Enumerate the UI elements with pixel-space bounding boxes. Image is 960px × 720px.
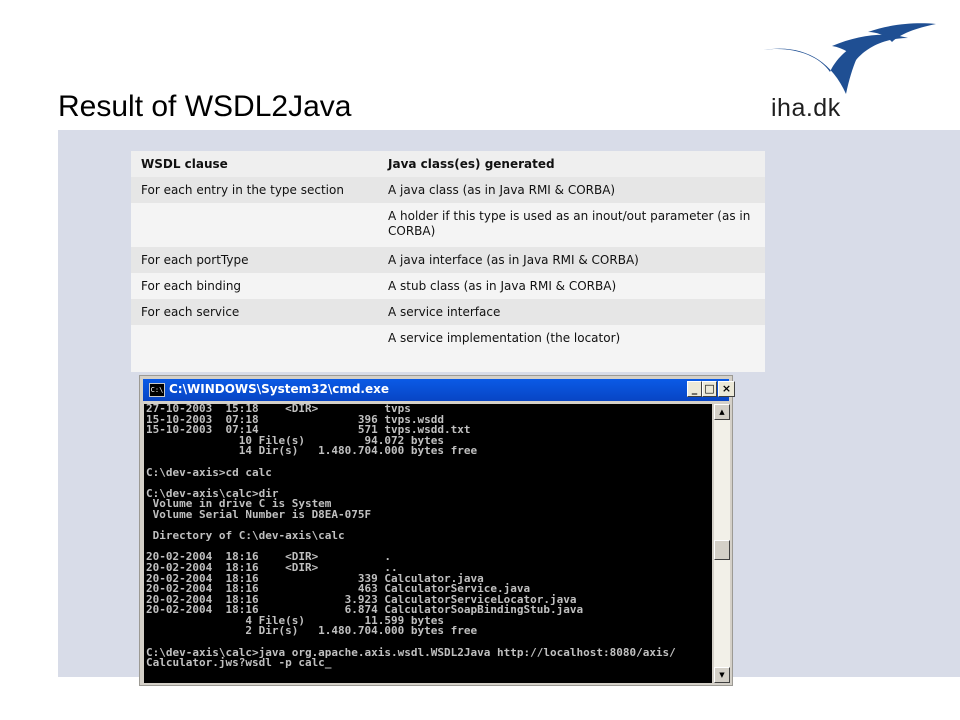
table-cell: A stub class (as in Java RMI & CORBA) (378, 273, 765, 299)
console-line: Volume Serial Number is D8EA-075F (146, 507, 372, 521)
table-cell: For each service (131, 299, 378, 325)
table-row: For each binding A stub class (as in Jav… (131, 273, 765, 299)
table-cell (131, 325, 378, 372)
scroll-thumb[interactable] (714, 540, 730, 560)
table-cell: For each binding (131, 273, 378, 299)
table-cell: A java class (as in Java RMI & CORBA) (378, 177, 765, 203)
console-line: C:\dev-axis>cd calc (146, 465, 272, 479)
table-cell (131, 203, 378, 247)
table-cell: A java interface (as in Java RMI & CORBA… (378, 247, 765, 273)
maximize-button[interactable]: □ (702, 381, 717, 397)
table-cell: A holder if this type is used as an inou… (378, 203, 765, 247)
cmd-window[interactable]: C:\ C:\WINDOWS\System32\cmd.exe _ □ × 27… (139, 375, 735, 686)
table-row: For each service A service interface (131, 299, 765, 325)
cmd-window-title: C:\WINDOWS\System32\cmd.exe (169, 382, 390, 396)
cmd-console[interactable]: 27-10-2003 15:18 <DIR> tvps 15-10-2003 0… (144, 404, 712, 683)
console-line: Directory of C:\dev-axis\calc (146, 529, 345, 543)
table-row: For each portType A java interface (as i… (131, 247, 765, 273)
scroll-up-icon[interactable]: ▲ (714, 404, 730, 420)
table-cell: A service interface (378, 299, 765, 325)
cmd-titlebar[interactable]: C:\ C:\WINDOWS\System32\cmd.exe _ □ × (143, 379, 735, 401)
table-cell: A service implementation (the locator) (378, 325, 765, 372)
cmd-app-icon[interactable]: C:\ (149, 383, 165, 397)
minimize-button[interactable]: _ (687, 381, 702, 397)
table-row: A service implementation (the locator) (131, 325, 765, 372)
table-cell: For each entry in the type section (131, 177, 378, 203)
scroll-down-icon[interactable]: ▼ (714, 667, 730, 683)
text-cursor: _ (324, 656, 332, 670)
slide-title: Result of WSDL2Java (58, 90, 352, 123)
console-line: Calculator.jws?wsdl -p calc (146, 656, 325, 670)
table-row: A holder if this type is used as an inou… (131, 203, 765, 247)
wsdl-mapping-table: WSDL clause Java class(es) generated For… (131, 151, 765, 372)
logo-text: iha.dk (771, 94, 841, 122)
column-header: Java class(es) generated (378, 151, 765, 177)
table-header-row: WSDL clause Java class(es) generated (131, 151, 765, 177)
console-line: 14 Dir(s) 1.480.704.000 bytes free (146, 444, 478, 458)
table-row: For each entry in the type section A jav… (131, 177, 765, 203)
vertical-scrollbar[interactable]: ▲ ▼ (714, 404, 730, 683)
close-button[interactable]: × (718, 381, 735, 397)
table-cell: For each portType (131, 247, 378, 273)
console-output: 27-10-2003 15:18 <DIR> tvps 15-10-2003 0… (144, 404, 712, 669)
console-line: 2 Dir(s) 1.480.704.000 bytes free (146, 624, 478, 638)
column-header: WSDL clause (131, 151, 378, 177)
